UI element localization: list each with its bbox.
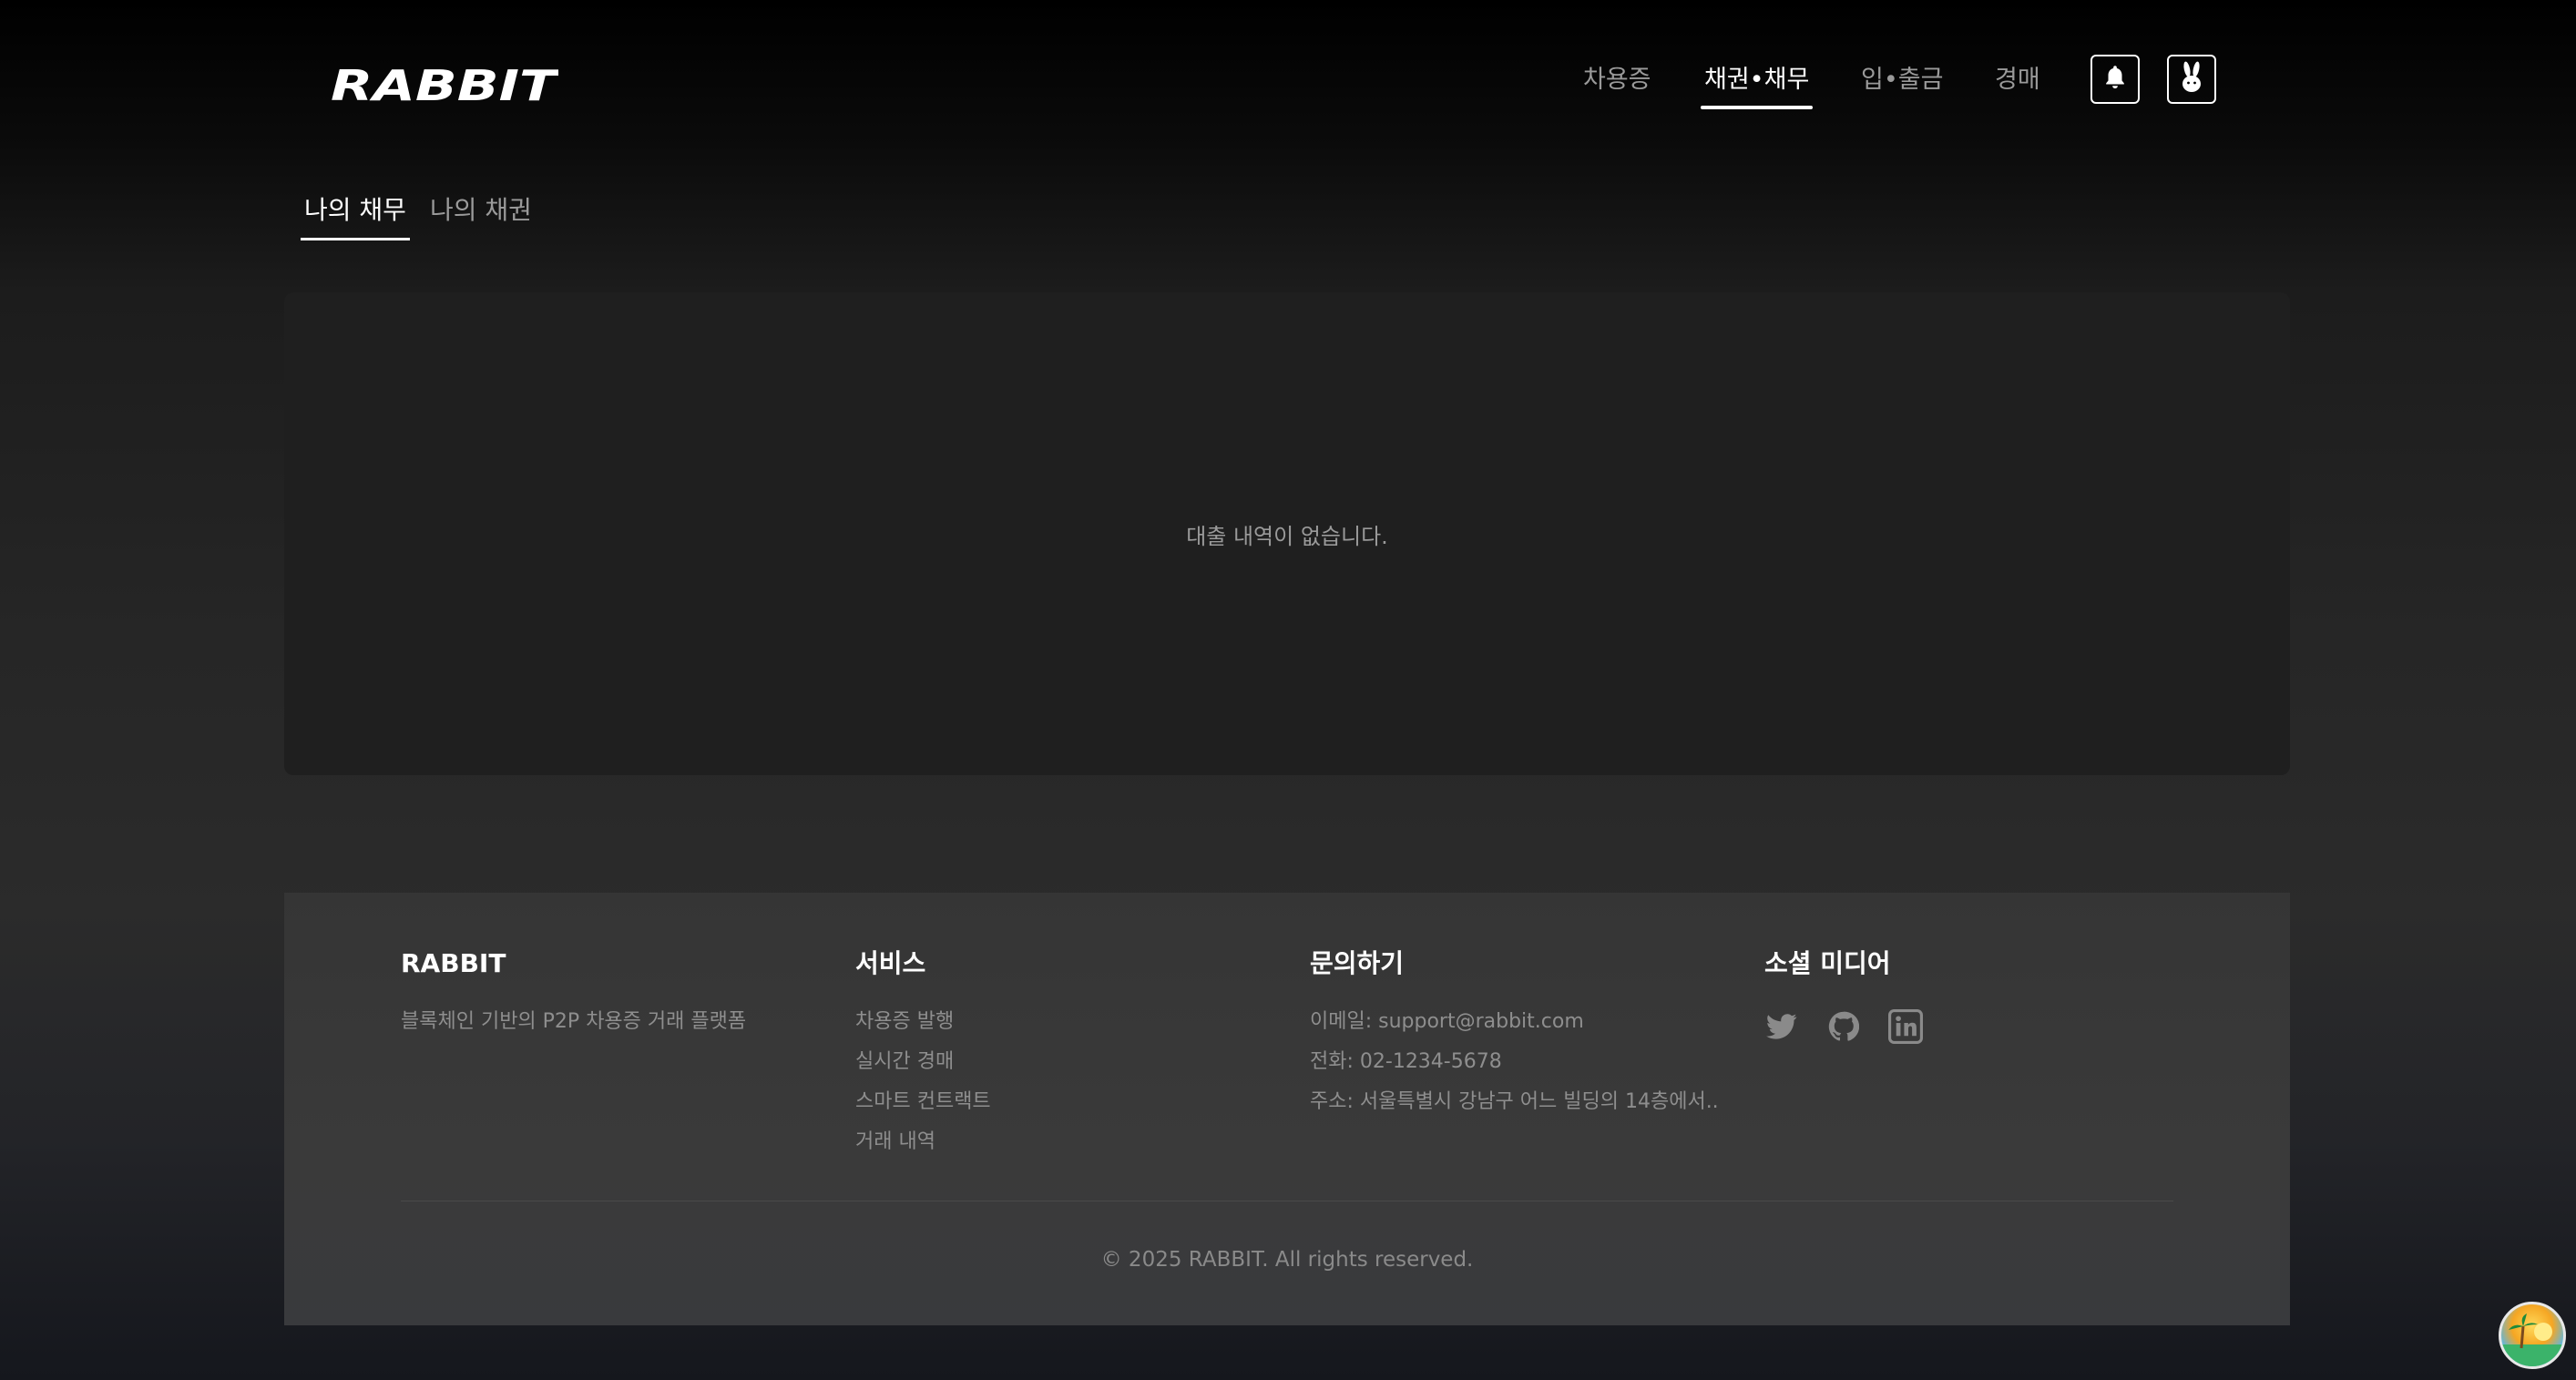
footer-social-column: 소셜 미디어 bbox=[1764, 946, 1923, 1044]
site-footer: RABBIT 블록체인 기반의 P2P 차용증 거래 플랫폼 서비스 차용증 발… bbox=[284, 893, 2290, 1325]
footer-link-live-auction[interactable]: 실시간 경매 bbox=[855, 1042, 991, 1082]
rabbit-icon bbox=[2178, 61, 2205, 97]
github-icon[interactable] bbox=[1826, 1009, 1861, 1044]
notification-button[interactable] bbox=[2090, 55, 2140, 104]
footer-contact-email[interactable]: 이메일: support@rabbit.com bbox=[1310, 1002, 1719, 1042]
nav-item-bonds-debts[interactable]: 채권•채무 bbox=[1700, 55, 1814, 109]
site-header: RABBIT 차용증 채권•채무 입•출금 경매 bbox=[0, 0, 2576, 159]
rabbit-logo[interactable]: RABBIT bbox=[331, 62, 558, 106]
tab-my-debts[interactable]: 나의 채무 bbox=[301, 188, 410, 240]
nav-item-promissory-note[interactable]: 차용증 bbox=[1583, 55, 1651, 106]
footer-contact-title: 문의하기 bbox=[1310, 948, 1405, 978]
copyright-text: © 2025 RABBIT. All rights reserved. bbox=[1100, 1248, 1474, 1272]
footer-contact-phone: 전화: 02-1234-5678 bbox=[1310, 1050, 1502, 1073]
twitter-icon[interactable] bbox=[1764, 1009, 1799, 1044]
footer-brand-description: 블록체인 기반의 P2P 차용증 거래 플랫폼 bbox=[401, 1010, 747, 1033]
footer-services-column: 서비스 차용증 발행 실시간 경매 스마트 컨트랙트 거래 내역 bbox=[855, 946, 991, 1162]
linkedin-icon[interactable] bbox=[1888, 1009, 1923, 1044]
profile-button[interactable] bbox=[2167, 55, 2216, 104]
footer-link-smart-contract[interactable]: 스마트 컨트랙트 bbox=[855, 1082, 991, 1122]
footer-link-transaction-history[interactable]: 거래 내역 bbox=[855, 1122, 991, 1162]
nav-item-deposit-withdraw[interactable]: 입•출금 bbox=[1861, 55, 1943, 106]
footer-contact-address: 주소: 서울특별시 강남구 어느 빌딩의 14층에서.. bbox=[1310, 1090, 1719, 1113]
svg-text:RABBIT: RABBIT bbox=[331, 62, 558, 106]
social-icons bbox=[1764, 1009, 1923, 1044]
footer-brand-title: RABBIT bbox=[401, 948, 506, 978]
footer-social-title: 소셜 미디어 bbox=[1764, 948, 1891, 978]
loan-list-panel: 대출 내역이 없습니다. bbox=[284, 292, 2290, 775]
nav-item-auction[interactable]: 경매 bbox=[1995, 55, 2040, 106]
bell-icon bbox=[2102, 64, 2128, 95]
empty-state-message: 대출 내역이 없습니다. bbox=[1186, 524, 1388, 549]
footer-services-title: 서비스 bbox=[855, 948, 926, 978]
tab-my-bonds[interactable]: 나의 채권 bbox=[430, 188, 532, 233]
footer-link-issue-note[interactable]: 차용증 발행 bbox=[855, 1002, 991, 1042]
floating-avatar-button[interactable] bbox=[2499, 1302, 2566, 1369]
palm-tree-icon bbox=[2501, 1314, 2563, 1366]
footer-brand-column: RABBIT 블록체인 기반의 P2P 차용증 거래 플랫폼 bbox=[401, 946, 746, 1042]
footer-contact-column: 문의하기 이메일: support@rabbit.com 전화: 02-1234… bbox=[1310, 946, 1719, 1122]
